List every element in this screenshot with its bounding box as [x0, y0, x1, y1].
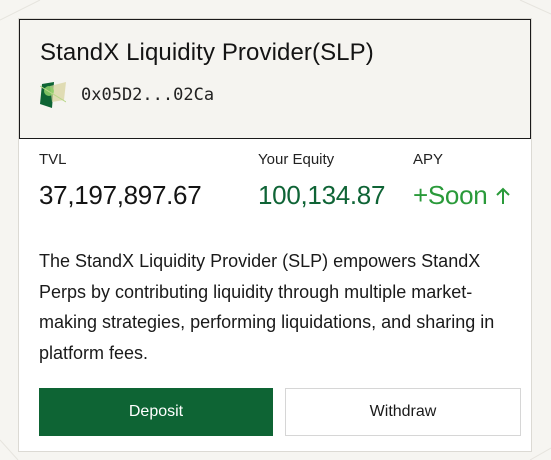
equity-value: 100,134.87 — [258, 180, 386, 210]
slp-logo-icon — [40, 82, 66, 108]
wallet-address: 0x05D2...02Ca — [81, 85, 215, 105]
tvl-value: 37,197,897.67 — [39, 180, 202, 210]
apy-label: APY — [413, 151, 444, 168]
page-title: StandX Liquidity Provider(SLP) — [40, 39, 374, 66]
slp-description: The StandX Liquidity Provider (SLP) empo… — [39, 251, 495, 363]
arrow-up-icon — [496, 187, 511, 204]
deposit-button[interactable]: Deposit — [39, 388, 273, 436]
tvl-stat: TVL 37,197,897.67 — [39, 151, 202, 211]
withdraw-button[interactable]: Withdraw — [285, 388, 521, 436]
tvl-label: TVL — [39, 151, 67, 168]
apy-value-row: +Soon — [413, 180, 511, 211]
card-header: StandX Liquidity Provider(SLP) 0x05D2...… — [19, 19, 531, 139]
apy-value: +Soon — [413, 180, 488, 210]
apy-stat: APY +Soon — [413, 151, 511, 211]
slp-card: StandX Liquidity Provider(SLP) 0x05D2...… — [18, 18, 532, 452]
equity-stat: Your Equity 100,134.87 — [258, 151, 385, 211]
equity-label: Your Equity — [258, 151, 335, 168]
